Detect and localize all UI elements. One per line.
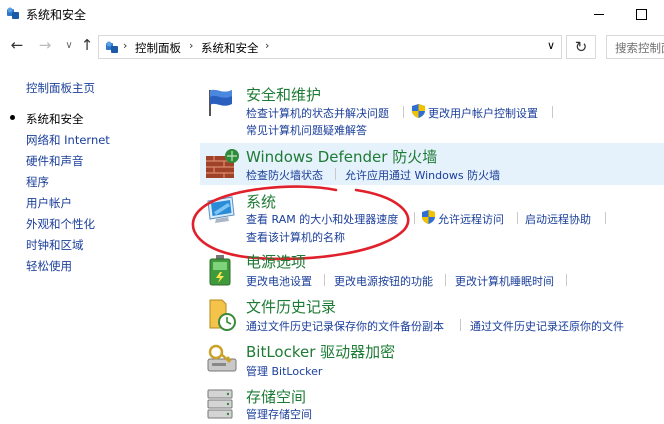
nav-item-user-accounts[interactable]: 用户帐户 (26, 195, 72, 211)
category-security-maintenance: 安全和维护 检查计算机的状态并解决问题 更改用户帐户控制设置 常见计算机问题疑难… (200, 82, 664, 138)
link-separator (460, 319, 461, 331)
link-manage-storage-spaces[interactable]: 管理存储空间 (246, 406, 312, 422)
nav-item-hardware-sound[interactable]: 硬件和声音 (26, 153, 84, 169)
link-separator (414, 212, 415, 224)
chevron-right-icon: › (265, 39, 270, 52)
category-firewall: Windows Defender 防火墙 检查防火墙状态 允许应用通过 Wind… (200, 143, 664, 185)
window-title: 系统和安全 (26, 8, 87, 22)
recent-locations-button[interactable]: ∨ (60, 36, 78, 54)
category-title-file-history[interactable]: 文件历史记录 (246, 296, 336, 317)
link-firewall-status[interactable]: 检查防火墙状态 (246, 167, 323, 183)
link-restore-files[interactable]: 通过文件历史记录还原你的文件 (470, 318, 624, 334)
chevron-right-icon: › (189, 39, 194, 52)
link-allow-app[interactable]: 允许应用通过 Windows 防火墙 (345, 167, 500, 183)
link-separator (324, 274, 325, 286)
category-title-security[interactable]: 安全和维护 (246, 84, 321, 105)
link-sleep-time[interactable]: 更改计算机睡眠时间 (455, 273, 554, 289)
link-separator (445, 274, 446, 286)
chevron-right-icon: › (123, 39, 128, 52)
category-title-storage-spaces[interactable]: 存储空间 (246, 386, 306, 407)
link-power-button-function[interactable]: 更改电源按钮的功能 (334, 273, 433, 289)
firewall-icon (206, 149, 239, 178)
link-backup-files[interactable]: 通过文件历史记录保存你的文件备份副本 (246, 318, 444, 334)
up-button[interactable]: ↑ (78, 36, 96, 54)
nav-item-system-security[interactable]: 系统和安全 (26, 111, 84, 127)
nav-item-control-panel-home[interactable]: 控制面板主页 (26, 80, 95, 96)
link-check-status[interactable]: 检查计算机的状态并解决问题 (246, 105, 389, 121)
category-title-bitlocker[interactable]: BitLocker 驱动器加密 (246, 341, 395, 362)
category-title-firewall[interactable]: Windows Defender 防火墙 (246, 146, 437, 167)
address-toolbar: ← → ∨ ↑ › 控制面板 › 系统和安全 › ∨ ↻ 搜索控制面 (0, 30, 664, 62)
minimize-icon (594, 13, 604, 15)
chevron-down-icon[interactable]: ∨ (547, 39, 555, 52)
uac-shield-icon (412, 104, 425, 118)
breadcrumb-system-security[interactable]: 系统和安全 (201, 40, 259, 56)
link-uac-settings[interactable]: 更改用户帐户控制设置 (428, 105, 538, 121)
bitlocker-icon (207, 344, 237, 372)
category-power: 电源选项 更改电池设置 更改电源按钮的功能 更改计算机睡眠时间 (200, 249, 664, 289)
link-separator (566, 274, 567, 286)
back-button[interactable]: ← (8, 36, 26, 54)
link-separator (335, 168, 336, 180)
link-allow-remote-access[interactable]: 允许远程访问 (438, 211, 504, 227)
title-bar: 系统和安全 (0, 0, 664, 28)
flag-icon (209, 89, 232, 116)
category-file-history: 文件历史记录 通过文件历史记录保存你的文件备份副本 通过文件历史记录还原你的文件 (200, 294, 664, 334)
link-troubleshooting[interactable]: 常见计算机问题疑难解答 (246, 122, 367, 138)
maximize-button[interactable] (618, 0, 664, 28)
link-separator (403, 106, 404, 118)
uac-shield-icon (422, 210, 435, 224)
category-title-power[interactable]: 电源选项 (246, 251, 306, 272)
address-bar[interactable]: › 控制面板 › 系统和安全 › ∨ (98, 35, 562, 59)
link-manage-bitlocker[interactable]: 管理 BitLocker (246, 363, 322, 379)
breadcrumb-control-panel[interactable]: 控制面板 (135, 40, 181, 56)
refresh-button[interactable]: ↻ (566, 35, 596, 59)
category-bitlocker: BitLocker 驱动器加密 管理 BitLocker (200, 339, 664, 379)
storage-drives-icon (207, 389, 233, 419)
nav-item-clock-region[interactable]: 时钟和区域 (26, 237, 84, 253)
nav-item-network[interactable]: 网络和 Internet (26, 132, 110, 148)
nav-item-ease-of-access[interactable]: 轻松使用 (26, 258, 72, 274)
control-panel-icon (106, 41, 118, 53)
nav-item-appearance[interactable]: 外观和个性化 (26, 216, 95, 232)
link-separator (552, 106, 553, 118)
minimize-button[interactable] (576, 0, 622, 28)
file-history-icon (209, 299, 236, 331)
battery-icon (209, 255, 231, 286)
link-separator (517, 212, 518, 224)
search-input[interactable]: 搜索控制面 (606, 35, 664, 59)
control-panel-icon (7, 7, 19, 19)
category-storage-spaces: 存储空间 管理存储空间 (200, 384, 664, 424)
link-battery-settings[interactable]: 更改电池设置 (246, 273, 312, 289)
nav-item-programs[interactable]: 程序 (26, 174, 49, 190)
link-launch-remote-assistance[interactable]: 启动远程协助 (525, 211, 591, 227)
forward-button[interactable]: → (36, 36, 54, 54)
search-placeholder: 搜索控制面 (615, 41, 664, 55)
link-separator (605, 212, 606, 224)
current-item-bullet (10, 115, 15, 120)
maximize-icon (635, 8, 647, 20)
